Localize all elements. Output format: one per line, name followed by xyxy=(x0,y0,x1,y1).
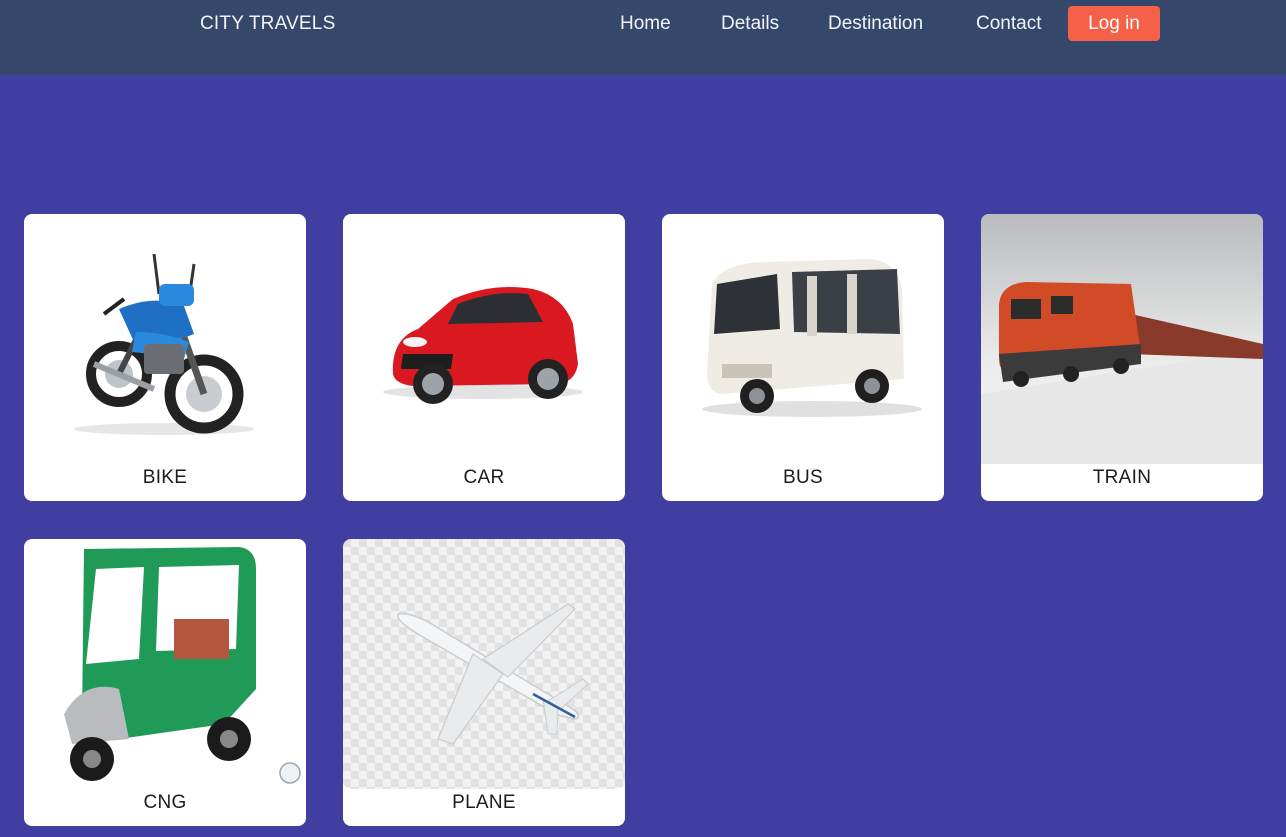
auto-rickshaw-image xyxy=(24,539,306,789)
bus-image xyxy=(662,214,944,464)
airplane-image xyxy=(343,539,625,789)
card-label-train: TRAIN xyxy=(1092,467,1152,488)
brand-title: CITY TRAVELS xyxy=(200,13,336,34)
card-label-car: CAR xyxy=(463,467,505,488)
card-label-plane: PLANE xyxy=(452,792,516,813)
train-image xyxy=(981,214,1263,464)
card-car[interactable]: CAR xyxy=(343,214,625,501)
nav-link-home[interactable]: Home xyxy=(620,13,671,35)
motorcycle-image xyxy=(24,214,306,464)
card-label-cng: CNG xyxy=(143,792,187,813)
card-label-bike: BIKE xyxy=(142,467,188,488)
nav-link-details[interactable]: Details xyxy=(721,13,779,35)
card-bus[interactable]: BUS xyxy=(662,214,944,501)
nav-link-destination[interactable]: Destination xyxy=(828,13,923,35)
login-button[interactable]: Log in xyxy=(1068,6,1160,41)
card-train[interactable]: TRAIN xyxy=(981,214,1263,501)
nav-link-contact[interactable]: Contact xyxy=(976,13,1041,35)
navbar: CITY TRAVELS Home Details Destination Co… xyxy=(0,0,1286,75)
card-bike[interactable]: BIKE xyxy=(24,214,306,501)
card-label-bus: BUS xyxy=(783,467,823,488)
card-cng[interactable]: CNG xyxy=(24,539,306,826)
car-image xyxy=(343,214,625,464)
card-plane[interactable]: PLANE xyxy=(343,539,625,826)
